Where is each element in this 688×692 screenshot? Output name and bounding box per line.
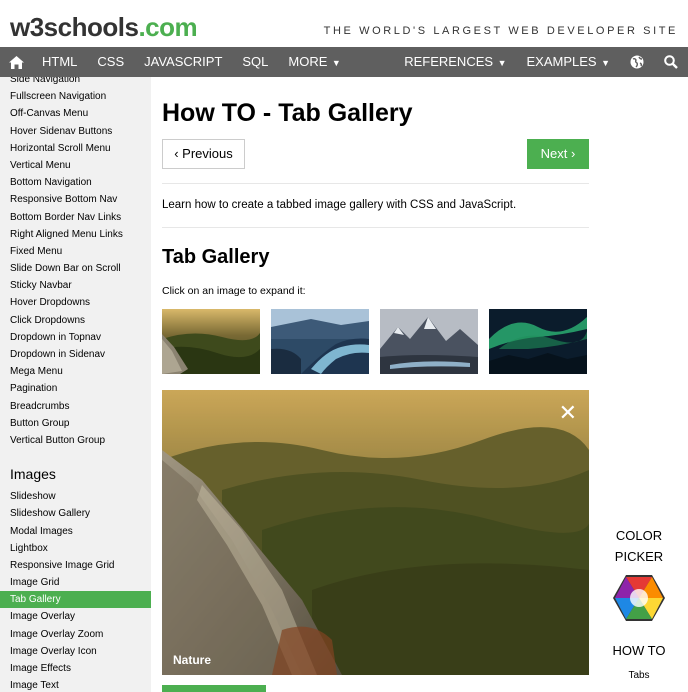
sidebar-link[interactable]: Responsive Image Grid	[0, 557, 151, 574]
sidebar-link[interactable]: Dropdown in Sidenav	[0, 346, 151, 363]
image-caption: Nature	[173, 653, 212, 667]
thumbnail-nature[interactable]	[162, 309, 260, 374]
thumbnail-fjords[interactable]	[271, 309, 369, 374]
sidebar-link[interactable]: Sticky Navbar	[0, 277, 151, 294]
sidebar-link[interactable]: Modal Images	[0, 523, 151, 540]
try-it-button-top[interactable]	[162, 685, 266, 692]
sidebar-link[interactable]: Dropdown in Topnav	[0, 329, 151, 346]
translate-button[interactable]	[620, 47, 654, 77]
sidebar-link[interactable]: Vertical Button Group	[0, 432, 151, 449]
right-column: COLOR PICKER HOW TO Tabs	[600, 525, 678, 681]
sidebar-link[interactable]: Image Overlay Icon	[0, 643, 151, 660]
nav-sql[interactable]: SQL	[232, 47, 278, 77]
globe-icon	[630, 55, 644, 69]
sidebar-link[interactable]: Off-Canvas Menu	[0, 105, 151, 122]
sidebar-link[interactable]: Lightbox	[0, 540, 151, 557]
section-title: Tab Gallery	[162, 246, 270, 268]
sidebar-heading-images: Images	[10, 466, 56, 483]
sidebar-link[interactable]: Slide Down Bar on Scroll	[0, 260, 151, 277]
left-sidebar: Side Navigation Fullscreen Navigation Of…	[0, 77, 151, 692]
color-picker-label-1[interactable]: COLOR	[600, 525, 678, 546]
sidebar-link[interactable]: Button Group	[0, 415, 151, 432]
howto-label[interactable]: HOW TO	[600, 643, 678, 658]
sidebar-link[interactable]: Hover Dropdowns	[0, 294, 151, 311]
sidebar-link[interactable]: Slideshow Gallery	[0, 505, 151, 522]
thumbnail-row	[162, 309, 589, 374]
intro-text: Learn how to create a tabbed image galle…	[162, 199, 517, 211]
page-title: How TO - Tab Gallery	[162, 99, 413, 127]
nav-references[interactable]: REFERENCES ▼	[394, 47, 516, 77]
sidebar-link[interactable]: Responsive Bottom Nav	[0, 191, 151, 208]
sidebar-link[interactable]: Image Overlay Zoom	[0, 626, 151, 643]
thumbnail-mountains[interactable]	[380, 309, 478, 374]
sidebar-link[interactable]: Image Grid	[0, 574, 151, 591]
top-navbar: HTML CSS JAVASCRIPT SQL MORE ▼ REFERENCE…	[0, 47, 688, 77]
sidebar-link[interactable]: Horizontal Scroll Menu	[0, 140, 151, 157]
sidebar-link[interactable]: Bottom Border Nav Links	[0, 209, 151, 226]
sidebar-link[interactable]: Breadcrumbs	[0, 398, 151, 415]
caret-down-icon: ▼	[495, 58, 507, 68]
sidebar-link[interactable]: Click Dropdowns	[0, 312, 151, 329]
divider	[162, 227, 589, 228]
sidebar-link[interactable]: Image Text	[0, 677, 151, 692]
home-button[interactable]	[0, 47, 32, 77]
divider	[162, 183, 589, 184]
color-picker-icon[interactable]	[612, 573, 666, 623]
instruction-text: Click on an image to expand it:	[162, 285, 306, 297]
site-logo[interactable]: w3schools.com	[10, 12, 198, 43]
sidebar-link[interactable]: Fullscreen Navigation	[0, 88, 151, 105]
previous-button[interactable]: ‹ Previous	[162, 139, 245, 169]
sidebar-link[interactable]: Image Overlay	[0, 608, 151, 625]
site-tagline: THE WORLD'S LARGEST WEB DEVELOPER SITE	[323, 25, 678, 37]
sidebar-link[interactable]: Side Navigation	[0, 77, 151, 88]
nav-javascript[interactable]: JAVASCRIPT	[134, 47, 232, 77]
caret-down-icon: ▼	[598, 58, 610, 68]
color-picker-label-2[interactable]: PICKER	[600, 546, 678, 567]
sidebar-link[interactable]: Vertical Menu	[0, 157, 151, 174]
nav-css[interactable]: CSS	[87, 47, 134, 77]
caret-down-icon: ▼	[329, 58, 341, 68]
sidebar-link[interactable]: Hover Sidenav Buttons	[0, 123, 151, 140]
sidebar-link[interactable]: Right Aligned Menu Links	[0, 226, 151, 243]
thumbnail-northern-lights[interactable]	[489, 309, 587, 374]
search-button[interactable]	[654, 47, 688, 77]
close-icon[interactable]: ✕	[559, 402, 577, 424]
nav-examples[interactable]: EXAMPLES ▼	[516, 47, 620, 77]
sidebar-link[interactable]: Image Effects	[0, 660, 151, 677]
home-icon	[8, 55, 24, 69]
search-icon	[664, 55, 678, 69]
expanded-image: ✕ Nature	[162, 390, 589, 675]
site-header: w3schools.com THE WORLD'S LARGEST WEB DE…	[0, 0, 688, 47]
howto-tabs-link[interactable]: Tabs	[600, 670, 678, 681]
sidebar-link[interactable]: Slideshow	[0, 488, 151, 505]
nav-more[interactable]: MORE ▼	[278, 47, 350, 77]
next-button[interactable]: Next ›	[527, 139, 589, 169]
sidebar-link[interactable]: Mega Menu	[0, 363, 151, 380]
sidebar-link[interactable]: Pagination	[0, 380, 151, 397]
sidebar-link[interactable]: Fixed Menu	[0, 243, 151, 260]
sidebar-link-active[interactable]: Tab Gallery	[0, 591, 151, 609]
sidebar-link[interactable]: Bottom Navigation	[0, 174, 151, 191]
nav-html[interactable]: HTML	[32, 47, 87, 77]
